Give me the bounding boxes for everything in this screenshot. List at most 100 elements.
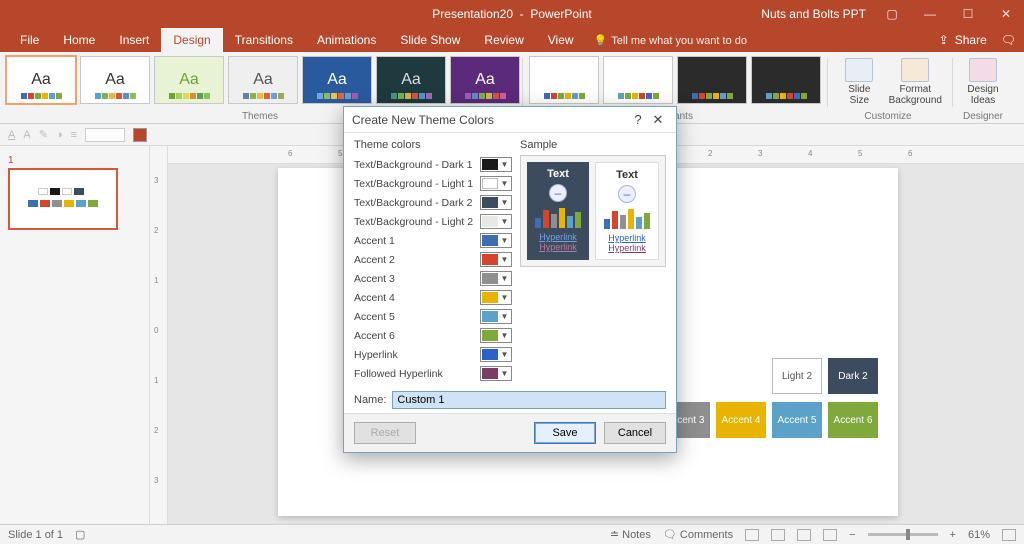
format-background-button[interactable]: Format Background [889, 56, 942, 109]
app-name: PowerPoint [530, 7, 591, 21]
dialog-help-button[interactable]: ? [628, 112, 648, 127]
variant-card[interactable] [603, 56, 673, 104]
theme-color-row: Accent 1▼ [354, 231, 512, 250]
close-window-button[interactable]: ✕ [994, 7, 1018, 21]
font-color-icon[interactable]: A [8, 129, 15, 141]
sample-hyperlink: Hyperlink [598, 233, 656, 243]
theme-card[interactable]: Aa [302, 56, 372, 104]
ribbon-divider [522, 58, 523, 107]
dialog-close-button[interactable]: ✕ [648, 112, 668, 128]
slide-size-button[interactable]: Slide Size [834, 56, 885, 109]
normal-view-icon[interactable] [745, 529, 759, 541]
tab-slideshow[interactable]: Slide Show [388, 28, 472, 52]
minimize-button[interactable]: — [918, 7, 942, 21]
font-size-icon[interactable]: A [23, 129, 30, 141]
ribbon-options-icon[interactable]: ▢ [880, 7, 904, 21]
theme-color-row: Hyperlink ▼ [354, 345, 512, 364]
theme-card[interactable]: Aa [376, 56, 446, 104]
comments-button[interactable]: 🗨 Comments [663, 528, 733, 541]
save-button[interactable]: Save [534, 422, 596, 444]
theme-card[interactable]: Aa [80, 56, 150, 104]
tab-home[interactable]: Home [51, 28, 107, 52]
color-picker-button[interactable]: ▼ [480, 252, 512, 267]
color-picker-button[interactable]: ▼ [480, 271, 512, 286]
color-tile[interactable]: Accent 6 [828, 402, 878, 438]
variant-card[interactable] [529, 56, 599, 104]
align-icon[interactable]: ≡ [71, 129, 77, 141]
theme-name-input[interactable] [392, 391, 666, 409]
tab-animations[interactable]: Animations [305, 28, 388, 52]
zoom-slider[interactable] [868, 533, 938, 536]
theme-color-row: Accent 2▼ [354, 250, 512, 269]
maximize-button[interactable]: ☐ [956, 7, 980, 21]
theme-card[interactable]: Aa [6, 56, 76, 104]
color-picker-button[interactable]: ▼ [480, 157, 512, 172]
chevron-down-icon: ▼ [498, 312, 511, 321]
notes-label: Notes [622, 529, 651, 541]
color-picker-button[interactable]: ▼ [480, 214, 512, 229]
theme-color-row: Text/Background - Light 2▼ [354, 212, 512, 231]
color-tile[interactable]: Accent 4 [716, 402, 766, 438]
format-background-icon [901, 58, 929, 82]
effects-icon[interactable]: ◑ [56, 129, 63, 141]
slide-thumbnails[interactable]: 1 [0, 146, 150, 524]
fill-color-swatch[interactable] [133, 128, 147, 142]
zoom-level[interactable]: 61% [968, 529, 990, 541]
tab-file[interactable]: File [8, 28, 51, 52]
theme-card[interactable]: Aa [154, 56, 224, 104]
share-button[interactable]: Share [955, 33, 987, 47]
reading-view-icon[interactable] [797, 529, 811, 541]
variant-card[interactable] [677, 56, 747, 104]
color-label: Accent 6 [354, 330, 476, 342]
color-picker-button[interactable]: ▼ [480, 309, 512, 324]
dialog-titlebar[interactable]: Create New Theme Colors ? ✕ [344, 107, 676, 133]
slide-thumbnail[interactable] [8, 168, 118, 230]
notes-button[interactable]: ≐ Notes [610, 528, 651, 541]
style-selector[interactable] [85, 128, 125, 142]
create-theme-colors-dialog: Create New Theme Colors ? ✕ Theme colors… [343, 106, 677, 453]
variant-card[interactable] [751, 56, 821, 104]
color-picker-button[interactable]: ▼ [480, 176, 512, 191]
tab-insert[interactable]: Insert [107, 28, 161, 52]
title-bar: Presentation20 - PowerPoint Nuts and Bol… [0, 0, 1024, 28]
thumb-number: 1 [8, 155, 14, 166]
theme-color-row: Text/Background - Light 1▼ [354, 174, 512, 193]
bold-icon[interactable]: ✎ [39, 128, 48, 141]
color-picker-button[interactable]: ▼ [480, 233, 512, 248]
color-picker-button[interactable]: ▼ [480, 290, 512, 305]
color-tile[interactable]: Dark 2 [828, 358, 878, 394]
tab-design[interactable]: Design [161, 28, 222, 52]
zoom-in-button[interactable]: + [950, 529, 956, 541]
chevron-down-icon: ▼ [498, 236, 511, 245]
color-picker-button[interactable]: ▼ [480, 366, 512, 381]
design-ideas-button[interactable]: Design Ideas [959, 56, 1007, 109]
sample-shape-icon: – [618, 185, 636, 203]
reset-button[interactable]: Reset [354, 422, 416, 444]
cancel-button[interactable]: Cancel [604, 422, 666, 444]
tell-me[interactable]: 💡 Tell me what you want to do [594, 34, 747, 52]
zoom-out-button[interactable]: − [849, 529, 855, 541]
fit-to-window-icon[interactable] [1002, 529, 1016, 541]
chevron-down-icon: ▼ [498, 160, 511, 169]
tab-transitions[interactable]: Transitions [223, 28, 305, 52]
theme-card[interactable]: Aa [228, 56, 298, 104]
slide-size-icon [845, 58, 873, 82]
color-picker-button[interactable]: ▼ [480, 347, 512, 362]
chevron-down-icon: ▼ [498, 179, 511, 188]
color-tile[interactable]: Light 2 [772, 358, 822, 394]
tab-view[interactable]: View [536, 28, 586, 52]
color-picker-button[interactable]: ▼ [480, 195, 512, 210]
theme-card[interactable]: Aa [450, 56, 520, 104]
color-tile[interactable]: Accent 5 [772, 402, 822, 438]
chevron-down-icon: ▼ [498, 350, 511, 359]
sorter-view-icon[interactable] [771, 529, 785, 541]
comments-pane-icon[interactable]: 🗨 [1001, 33, 1016, 47]
spellcheck-icon[interactable]: ▢ [75, 528, 85, 541]
slideshow-view-icon[interactable] [823, 529, 837, 541]
account-name[interactable]: Nuts and Bolts PPT [761, 7, 866, 21]
color-picker-button[interactable]: ▼ [480, 328, 512, 343]
color-label: Hyperlink [354, 349, 476, 361]
name-label: Name: [354, 394, 386, 406]
tab-review[interactable]: Review [472, 28, 535, 52]
sample-preview: Text – Hyperlink Hyperlink Text – [520, 155, 666, 267]
